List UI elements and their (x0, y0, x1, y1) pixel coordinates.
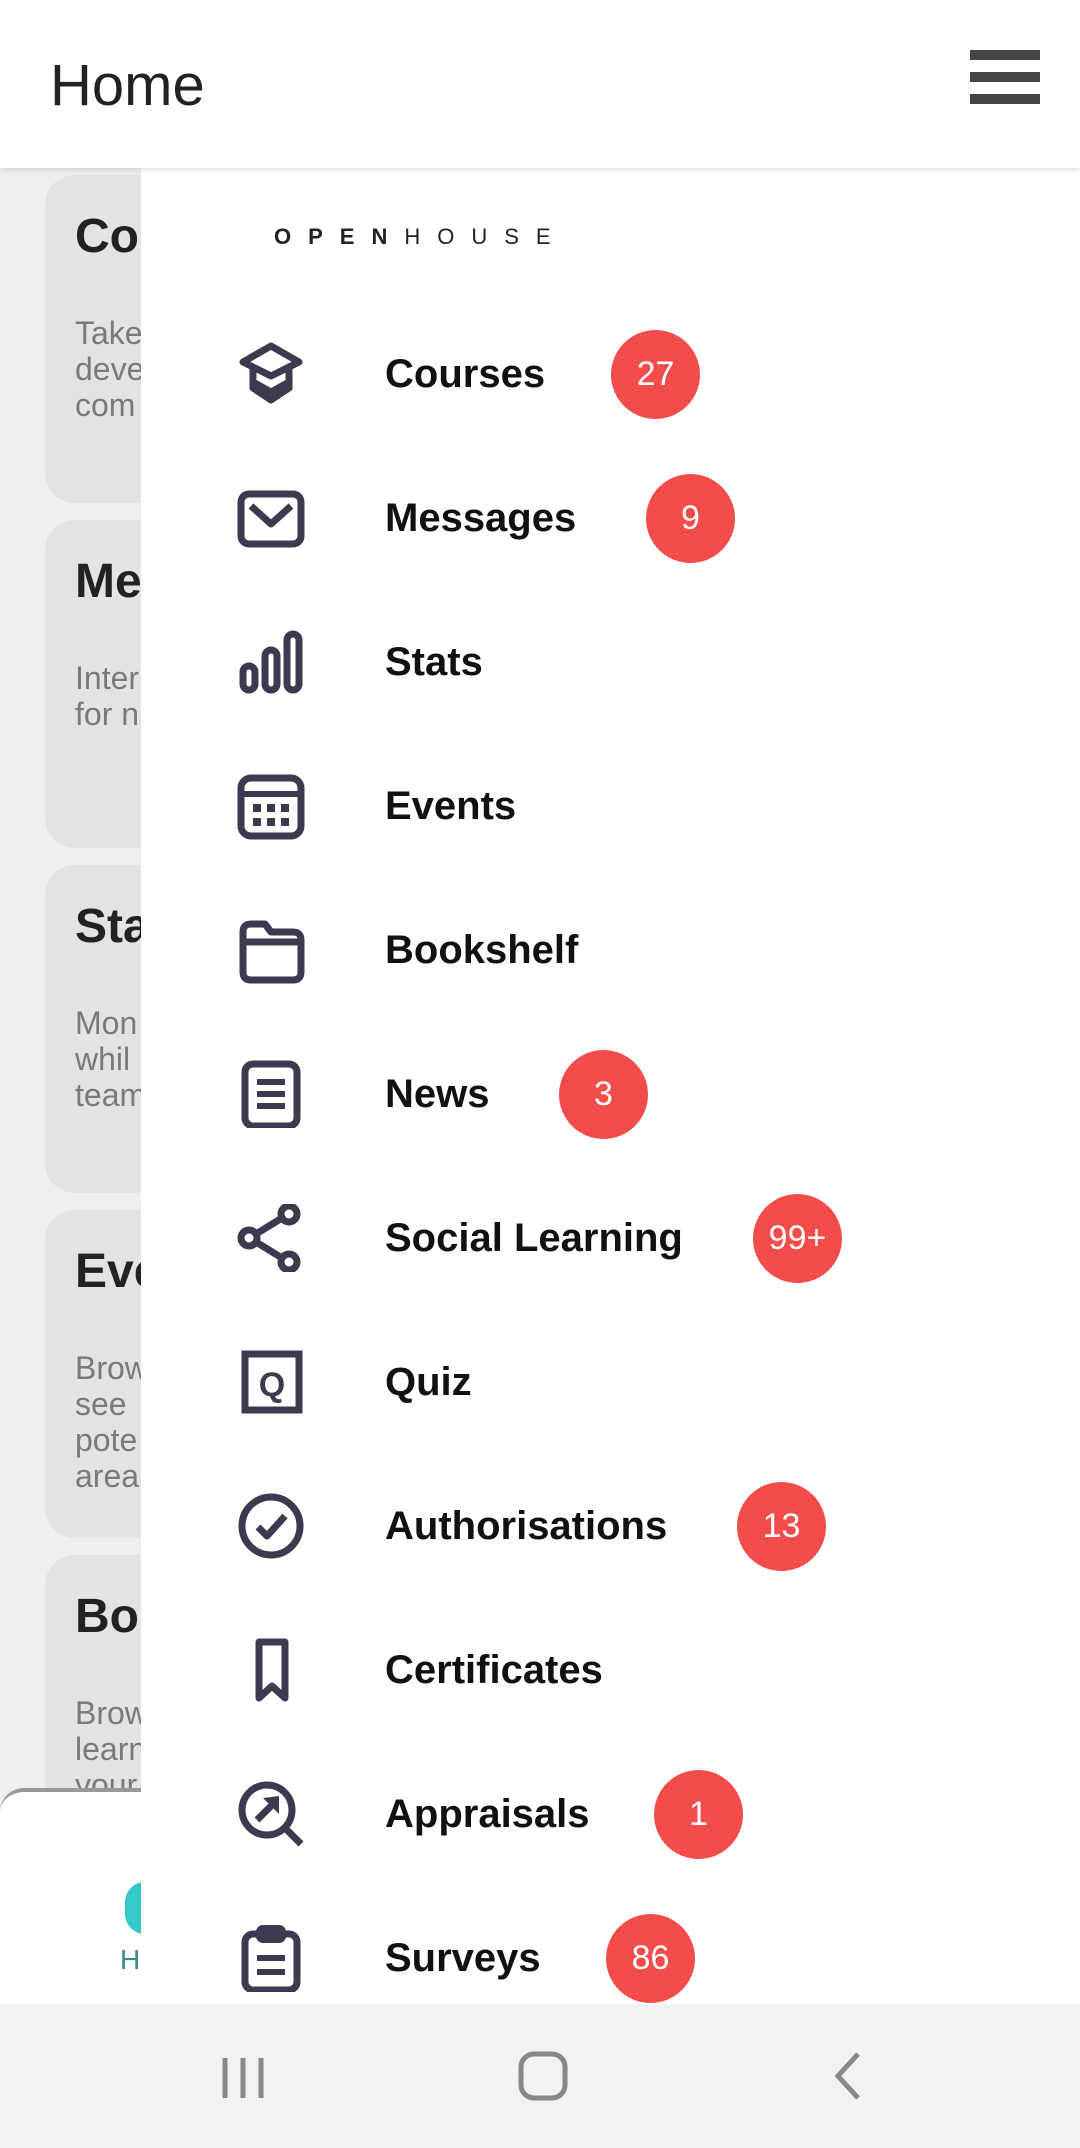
drawer-item-label: Certificates (385, 1648, 603, 1692)
drawer-item-appraisals[interactable]: Appraisals 1 (141, 1742, 1080, 1886)
quiz-icon: Q (241, 1350, 303, 1414)
drawer-item-courses[interactable]: Courses 27 (141, 302, 1080, 446)
document-icon (241, 1060, 301, 1128)
drawer-item-label: Authorisations (385, 1504, 668, 1548)
drawer-item-messages[interactable]: Messages 9 (141, 446, 1080, 590)
drawer-item-surveys[interactable]: Surveys 86 (141, 1886, 1080, 2004)
drawer-item-label: Stats (385, 640, 483, 684)
back-icon[interactable] (828, 2040, 868, 2115)
system-nav-bar (0, 2004, 1080, 2148)
count-badge: 27 (611, 330, 700, 419)
svg-text:Q: Q (259, 1366, 285, 1404)
card-description: Inter for n (75, 660, 140, 732)
drawer-item-label: Courses (385, 352, 546, 396)
recent-apps-icon[interactable] (220, 2040, 266, 2115)
drawer-item-bookshelf[interactable]: Bookshelf (141, 878, 1080, 1022)
app-header: Home (0, 0, 1080, 168)
card-description: Brow see pote area (75, 1350, 148, 1494)
envelope-icon (237, 490, 305, 548)
drawer-item-label: Social Learning (385, 1216, 683, 1260)
drawer-item-label: Quiz (385, 1360, 472, 1404)
count-badge: 1 (654, 1770, 743, 1859)
card-title: Sta (75, 900, 150, 953)
drawer-item-social-learning[interactable]: Social Learning 99+ (141, 1166, 1080, 1310)
search-arrow-icon (238, 1781, 304, 1847)
hamburger-icon[interactable] (970, 50, 1040, 120)
home-icon[interactable] (516, 2040, 572, 2115)
card-description: Mon whil team (75, 1005, 147, 1113)
card-description: Take deve com (75, 315, 145, 423)
count-badge: 99+ (753, 1194, 842, 1283)
count-badge: 13 (737, 1482, 826, 1571)
share-icon (237, 1204, 301, 1272)
card-description: Brow learn your (75, 1695, 148, 1803)
drawer-item-label: Bookshelf (385, 928, 579, 972)
drawer-item-quiz[interactable]: Q Quiz (141, 1310, 1080, 1454)
count-badge: 9 (646, 474, 735, 563)
navigation-drawer: OPENHOUSE Courses 27 Messages 9 Stats Events B… (141, 168, 1080, 2004)
drawer-item-events[interactable]: Events (141, 734, 1080, 878)
graduation-cap-icon (239, 342, 303, 404)
count-badge: 3 (559, 1050, 648, 1139)
bookmark-icon (255, 1638, 289, 1702)
drawer-item-certificates[interactable]: Certificates (141, 1598, 1080, 1742)
clipboard-icon (241, 1925, 301, 1992)
calendar-icon (237, 774, 305, 840)
drawer-item-label: Events (385, 784, 517, 828)
card-title: Bo (75, 1590, 139, 1643)
drawer-item-label: Messages (385, 496, 577, 540)
card-title: Co (75, 210, 139, 263)
check-circle-icon (238, 1493, 304, 1559)
bar-chart-icon (239, 630, 303, 694)
drawer-item-label: Appraisals (385, 1792, 590, 1836)
drawer-item-label: Surveys (385, 1936, 541, 1980)
drawer-item-news[interactable]: News 3 (141, 1022, 1080, 1166)
page-title: Home (50, 53, 205, 118)
card-title: Me (75, 555, 142, 608)
drawer-item-stats[interactable]: Stats (141, 590, 1080, 734)
openhouse-logo: OPENHOUSE (274, 224, 568, 249)
count-badge: 86 (606, 1914, 695, 2003)
drawer-item-label: News (385, 1072, 490, 1116)
drawer-item-authorisations[interactable]: Authorisations 13 (141, 1454, 1080, 1598)
home-tab-label[interactable]: H (120, 1944, 140, 1976)
folder-icon (239, 920, 305, 984)
